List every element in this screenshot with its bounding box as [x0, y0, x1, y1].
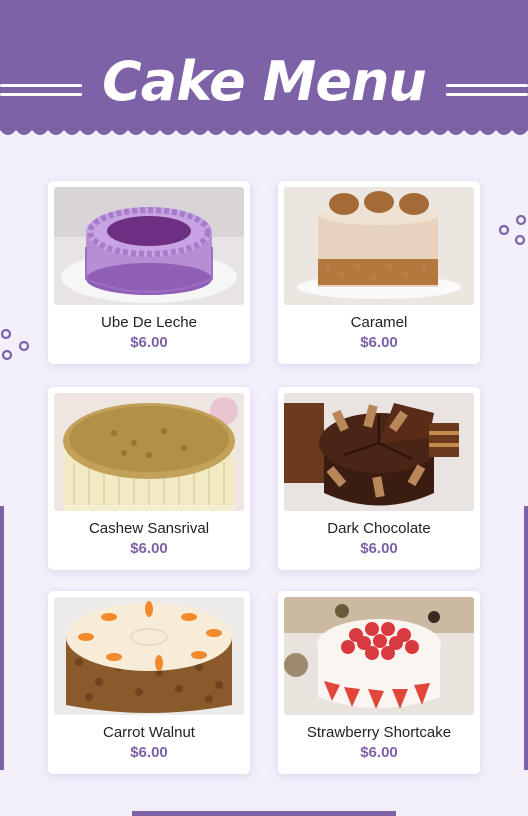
menu-card-dark-chocolate[interactable]: Dark Chocolate $6.00 — [278, 387, 480, 570]
item-name: Cashew Sansrival — [88, 520, 210, 537]
item-name: Strawberry Shortcake — [306, 724, 452, 741]
menu-card-cashew-sansrival[interactable]: Cashew Sansrival $6.00 — [48, 387, 250, 570]
menu-card-ube-de-leche[interactable]: Ube De Leche $6.00 — [48, 181, 250, 364]
menu-card-caramel[interactable]: Caramel $6.00 — [278, 181, 480, 364]
cake-photo-strawberry-shortcake — [284, 597, 474, 715]
item-name: Carrot Walnut — [103, 724, 195, 741]
item-price: $6.00 — [360, 540, 398, 557]
cake-photo-ube — [54, 187, 244, 305]
cake-photo-dark-chocolate — [284, 393, 474, 511]
item-name: Ube De Leche — [101, 314, 197, 331]
decorative-dots — [498, 214, 527, 246]
cake-photo-cashew — [54, 393, 244, 511]
cake-photo-carrot-walnut — [54, 597, 244, 715]
menu-card-carrot-walnut[interactable]: Carrot Walnut $6.00 — [48, 591, 250, 774]
item-price: $6.00 — [130, 540, 168, 557]
bottom-bar — [132, 811, 396, 816]
page-title: Cake Menu — [102, 50, 427, 113]
header-banner: Cake Menu — [0, 0, 528, 150]
item-price: $6.00 — [360, 334, 398, 351]
item-price: $6.00 — [130, 334, 168, 351]
side-bar-right — [524, 506, 528, 770]
item-price: $6.00 — [130, 744, 168, 761]
item-name: Dark Chocolate — [327, 520, 431, 537]
decorative-dots — [0, 328, 30, 361]
cake-photo-caramel — [284, 187, 474, 305]
side-bar-left — [0, 506, 4, 770]
menu-card-strawberry-shortcake[interactable]: Strawberry Shortcake $6.00 — [278, 591, 480, 774]
item-price: $6.00 — [360, 744, 398, 761]
item-name: Caramel — [350, 314, 408, 331]
